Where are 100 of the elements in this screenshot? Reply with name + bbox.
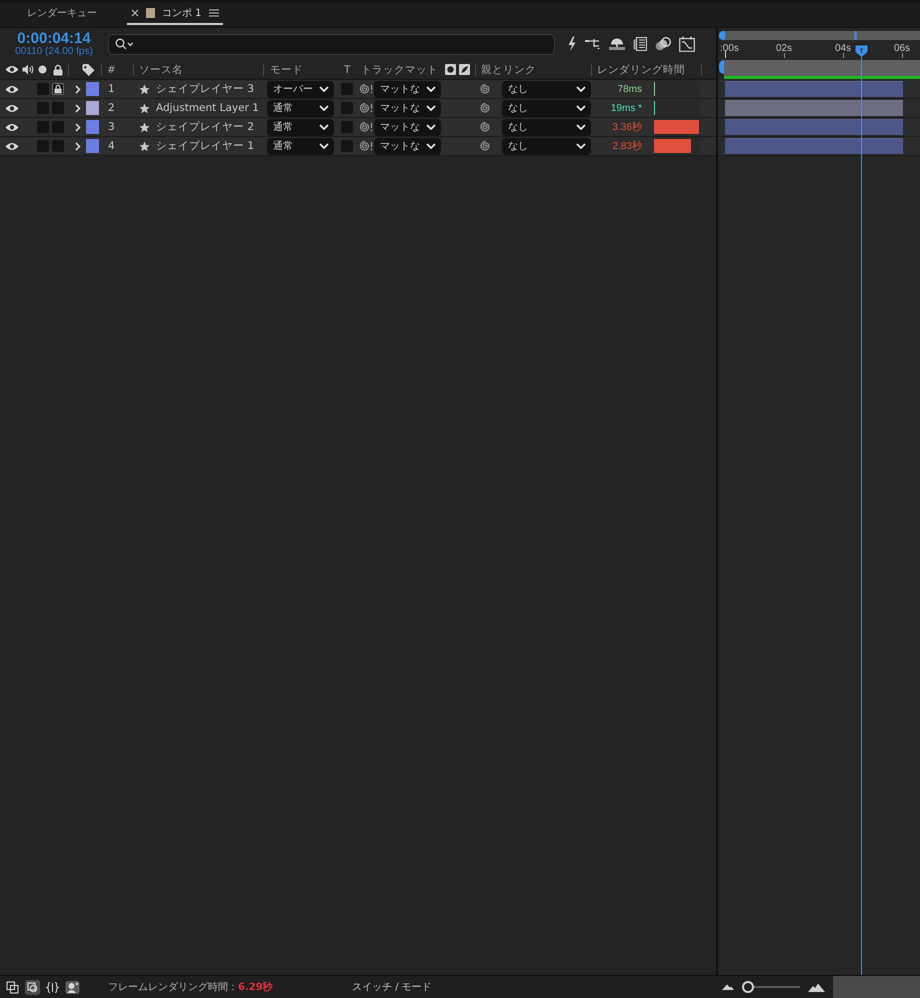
matte-dropdown[interactable]: マットな: [374, 80, 441, 98]
matte-dropdown[interactable]: マットな: [374, 100, 441, 116]
brackets-icon[interactable]: [45, 980, 60, 994]
star-icon: [139, 84, 150, 94]
stacked-squares-icon[interactable]: [5, 980, 20, 994]
dot-icon: [38, 65, 47, 74]
mountain-icon[interactable]: [722, 984, 734, 990]
column-header: ソース名: [139, 62, 183, 76]
t-checkbox[interactable]: [341, 121, 353, 133]
frame-count: 00110 (24.00 fps): [15, 46, 93, 57]
graph-editor-icon[interactable]: [679, 36, 695, 52]
render-time-text: 3.36秒: [612, 120, 642, 134]
search-field[interactable]: [108, 34, 555, 54]
solo-checkbox[interactable]: [36, 121, 48, 133]
layer-name: Adjustment Layer 1: [156, 102, 259, 114]
spiral-icon[interactable]: [359, 83, 373, 95]
mode-dropdown[interactable]: 通常: [267, 138, 334, 154]
eye-icon[interactable]: [5, 104, 19, 112]
frame-render-time-label: フレームレンダリング時間：: [108, 980, 238, 994]
layer-number: 2: [108, 102, 115, 114]
parent-dropdown[interactable]: なし: [502, 138, 591, 154]
ruler-label: 02s: [776, 43, 792, 54]
layer-number: 4: [108, 140, 115, 152]
tag-icon: [82, 64, 95, 76]
figure-icon[interactable]: [65, 980, 80, 994]
column-header: トラックマット: [361, 62, 438, 76]
lock-checkbox[interactable]: [52, 102, 64, 114]
search-icon[interactable]: [115, 38, 134, 50]
timecode[interactable]: 0:00:04:14: [17, 31, 91, 46]
eye-icon[interactable]: [5, 142, 19, 150]
spiral-icon[interactable]: [479, 83, 491, 95]
star-icon: [139, 140, 150, 152]
chevron-right-icon[interactable]: [75, 122, 81, 132]
layer-number: 1: [108, 83, 115, 95]
chevron-right-icon[interactable]: [75, 84, 81, 94]
chevron-down-icon: [319, 143, 329, 149]
navigator-handle[interactable]: [719, 31, 725, 40]
chevron-down-icon: [576, 143, 586, 149]
ruler-label: :00s: [720, 43, 739, 54]
mode-dropdown[interactable]: オーバー: [267, 80, 334, 98]
eye-icon[interactable]: [5, 122, 19, 132]
close-icon[interactable]: [131, 8, 139, 16]
overlap-squares-icon[interactable]: [25, 980, 40, 994]
solo-checkbox[interactable]: [36, 140, 48, 152]
layer-name: シェイプレイヤー 1: [156, 139, 254, 153]
t-checkbox[interactable]: [341, 102, 353, 114]
column-header: レンダリング時間: [597, 62, 685, 76]
lock-checkbox[interactable]: [52, 140, 64, 152]
playhead-handle[interactable]: [854, 45, 868, 57]
label-swatch-icon[interactable]: [86, 82, 99, 96]
timeline-scrollbar[interactable]: [833, 976, 920, 998]
chevron-right-icon[interactable]: [75, 142, 81, 150]
label-swatch-icon[interactable]: [86, 101, 99, 115]
chevron-down-icon: [426, 124, 436, 130]
parent-dropdown[interactable]: なし: [502, 80, 591, 98]
label-swatch-icon[interactable]: [86, 139, 99, 153]
lock-checkbox[interactable]: [52, 121, 64, 133]
matte-dropdown[interactable]: マットな: [374, 138, 441, 154]
render-time-text: 2.83秒: [612, 140, 642, 153]
chevron-right-icon[interactable]: [75, 104, 81, 112]
column-header: T: [344, 64, 350, 76]
label-swatch-icon[interactable]: [86, 120, 99, 134]
panel-tab[interactable]: コンポ 1: [127, 2, 223, 25]
time-ruler[interactable]: :00s 02s 04s 06s: [718, 40, 920, 59]
spiral-icon[interactable]: [479, 121, 491, 133]
solo-checkbox[interactable]: [36, 83, 48, 95]
star-icon: [139, 102, 150, 114]
lock-icon: [52, 64, 62, 76]
spiral-icon[interactable]: [479, 140, 491, 152]
t-checkbox[interactable]: [341, 83, 353, 95]
render-time-text: 78ms: [616, 84, 642, 94]
mountain-icon[interactable]: [808, 982, 825, 992]
t-checkbox[interactable]: [341, 140, 353, 152]
switches-modes-toggle[interactable]: スイッチ / モード: [352, 980, 432, 994]
menu-icon[interactable]: [208, 8, 219, 16]
solo-checkbox[interactable]: [36, 102, 48, 114]
matte-dropdown[interactable]: マットな: [374, 118, 441, 136]
mode-dropdown[interactable]: 通常: [267, 100, 334, 116]
dome-icon[interactable]: [609, 38, 625, 50]
work-area-handle[interactable]: [719, 60, 724, 74]
zoom-slider-thumb[interactable]: [742, 981, 754, 993]
parent-dropdown[interactable]: なし: [502, 118, 591, 136]
spiral-icon[interactable]: [479, 102, 491, 114]
spiral-icon[interactable]: [359, 121, 373, 133]
chevron-down-icon: [426, 143, 436, 149]
film-icon[interactable]: [633, 37, 647, 51]
mode-dropdown[interactable]: 通常: [267, 118, 334, 136]
circles-icon[interactable]: [655, 37, 671, 51]
panel-tab[interactable]: レンダーキュー: [20, 2, 120, 25]
spiral-icon[interactable]: [359, 140, 373, 152]
branch-icon[interactable]: [585, 38, 601, 50]
eye-icon[interactable]: [5, 84, 19, 94]
lightning-icon[interactable]: [567, 36, 577, 52]
lock-checkbox[interactable]: [52, 83, 64, 95]
parent-dropdown[interactable]: なし: [502, 100, 591, 116]
spiral-icon[interactable]: [359, 102, 373, 114]
zoom-slider[interactable]: [742, 981, 800, 993]
swatch-icon: [146, 8, 155, 18]
chevron-down-icon: [319, 124, 329, 130]
layer-number: 3: [108, 121, 115, 133]
